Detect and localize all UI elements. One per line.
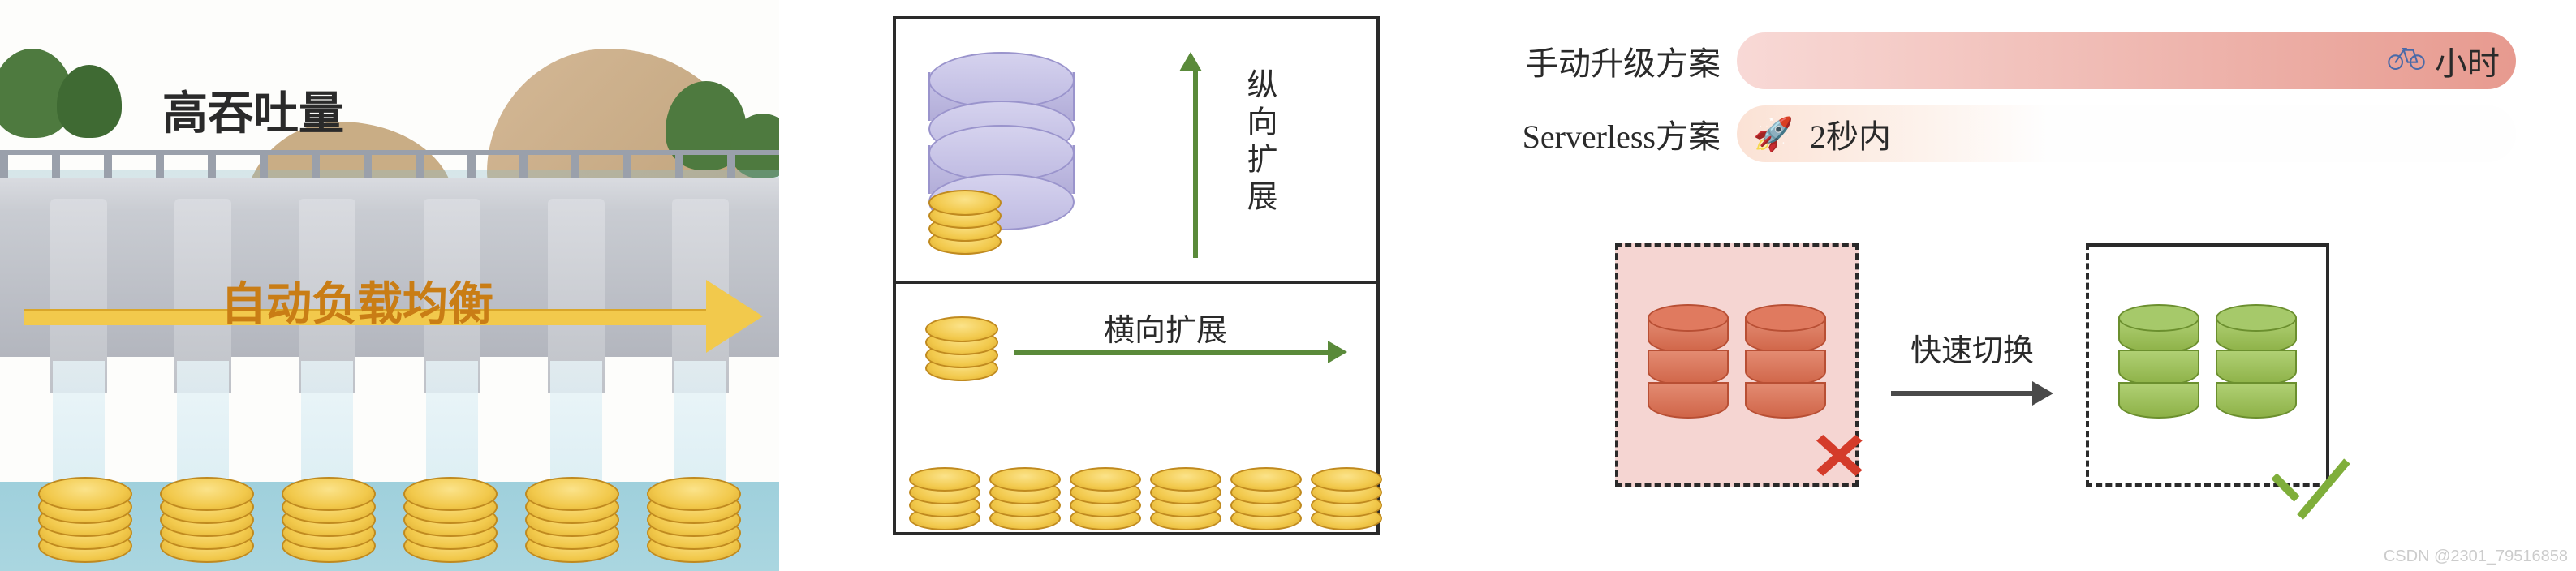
arrow-right-icon <box>1891 381 2053 406</box>
database-green-icon <box>2118 304 2199 426</box>
switch-label: 快速切换 <box>1910 325 2034 370</box>
coin-row <box>24 469 755 563</box>
coin-stack-icon <box>909 457 978 530</box>
vertical-scale-box: 纵向扩展 <box>893 16 1380 284</box>
bar-serverless: 🚀 2秒内 <box>1737 105 2516 162</box>
coin-stack-icon <box>1150 457 1219 530</box>
tree-icon <box>57 65 122 138</box>
coin-stack-icon <box>525 469 619 563</box>
dam-top <box>0 178 779 211</box>
bar-row-serverless: Serverless方案 🚀 2秒内 <box>1461 105 2516 162</box>
manual-value: 小时 <box>2435 37 2500 84</box>
coin-stack-small-icon <box>928 182 1002 255</box>
serverless-value: 2秒内 <box>1810 110 1891 157</box>
serverless-label: Serverless方案 <box>1461 110 1721 157</box>
panel-throughput: 高吞吐量 自动负载均衡 <box>0 0 779 571</box>
manual-upgrade-label: 手动升级方案 <box>1461 37 1721 84</box>
coin-stack-icon <box>647 469 741 563</box>
failover-diagram: ✕ 快速切换 <box>1615 243 2329 487</box>
watermark-text: CSDN @2301_79516858 <box>2384 547 2568 566</box>
coin-stack-icon <box>989 457 1058 530</box>
load-balance-label: 自动负载均衡 <box>0 268 714 333</box>
database-red-icon <box>1745 304 1826 426</box>
rocket-icon: 🚀 <box>1753 115 1794 153</box>
horizontal-scale-label: 横向扩展 <box>1104 305 1227 350</box>
vertical-scale-label: 纵向扩展 <box>1237 68 1282 217</box>
panel-scaling: 纵向扩展 横向扩展 <box>844 0 1412 571</box>
panel-speed-failover: 手动升级方案 小时 Serverless方案 🚀 2秒内 ✕ 快速切换 <box>1445 0 2573 571</box>
db-group-failed: ✕ <box>1615 243 1859 487</box>
coin-row-horizontal <box>909 457 1380 530</box>
bar-manual: 小时 <box>1737 32 2516 89</box>
bar-row-manual: 手动升级方案 小时 <box>1461 32 2516 89</box>
coin-stack-icon <box>38 469 132 563</box>
coin-stack-small-icon <box>925 308 998 381</box>
database-red-icon <box>1648 304 1729 426</box>
coin-stack-icon <box>1311 457 1380 530</box>
arrow-up-icon <box>1188 52 1202 258</box>
database-green-icon <box>2216 304 2297 426</box>
coin-stack-icon <box>160 469 254 563</box>
coin-stack-icon <box>1230 457 1299 530</box>
switch-arrow-block: 快速切换 <box>1891 325 2053 406</box>
bicycle-icon <box>2386 41 2427 81</box>
coin-stack-icon <box>282 469 376 563</box>
dam-railing <box>0 150 779 182</box>
db-group-healthy <box>2086 243 2329 487</box>
check-icon <box>2269 451 2350 508</box>
coin-stack-icon <box>403 469 498 563</box>
cross-icon: ✕ <box>1809 419 1870 496</box>
throughput-title: 高吞吐量 <box>162 77 344 143</box>
coin-stack-icon <box>1070 457 1139 530</box>
